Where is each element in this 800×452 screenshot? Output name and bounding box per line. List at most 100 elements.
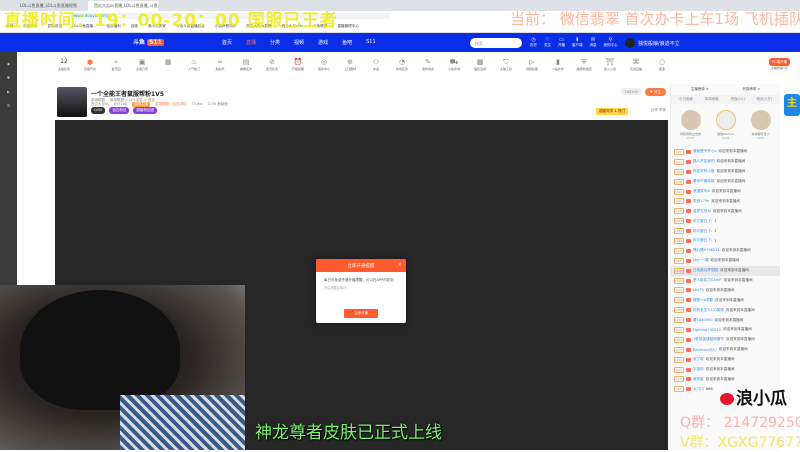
category-item[interactable]: ⛨ 超级粉丝团	[575, 58, 593, 80]
category-item[interactable]: 12 主播任务	[55, 58, 73, 80]
side-banner[interactable]: 主	[780, 84, 800, 144]
chat-text: 欢迎来到本直播间	[710, 258, 740, 263]
weibo-icon	[720, 393, 734, 405]
category-item[interactable]: ▷ 视频投票	[523, 58, 541, 80]
streamer-avatar[interactable]	[57, 87, 87, 117]
badge[interactable]: 钻石粉丝	[109, 107, 130, 114]
chat-username[interactable]: 来了呀	[693, 357, 704, 362]
category-item[interactable]: ▮ 斗鱼伙伴	[549, 58, 567, 80]
chat-username[interactable]: 你又被白了:	[693, 229, 712, 234]
fans-button[interactable]: 100100	[620, 88, 642, 95]
chat-username[interactable]: Redmoon537	[693, 348, 717, 352]
chat-username[interactable]: Fighting132015	[693, 328, 721, 332]
nav-icon-button[interactable]: ◷ 历史	[530, 37, 537, 48]
user-level: LV7	[674, 208, 684, 215]
search-input[interactable]: 搜索	[470, 38, 522, 48]
chat-username[interactable]: sky~~雷	[693, 258, 709, 263]
category-item[interactable]: ▩ 福利活动	[471, 58, 489, 80]
chat-username[interactable]: 我的星	[693, 377, 704, 382]
report-button[interactable]: 举报	[659, 108, 666, 112]
sidebar-icon[interactable]: ☰	[0, 104, 17, 108]
chat-tab[interactable]: 今日贡献	[679, 97, 693, 102]
nav-icon-button[interactable]: ▭ 开播	[558, 37, 565, 48]
category-item[interactable]: ○ 更多	[653, 58, 671, 80]
chat-username[interactable]: 你还好吗小鱼	[693, 169, 715, 174]
fan-badge-icon	[686, 199, 691, 204]
chat-username[interactable]: 路人不如我的	[693, 159, 715, 164]
chat-username[interactable]: 你的老友?(1)0英雄	[693, 308, 724, 313]
chat-username[interactable]: 恶人真实力SAmR	[693, 278, 722, 283]
chat-username[interactable]: 你又被白了:	[693, 238, 712, 243]
chat-username[interactable]: 我就是不开心z	[693, 149, 716, 154]
chat-username[interactable]: 看你不服你能	[693, 179, 715, 184]
follow-button[interactable]: ♥ 关注	[644, 88, 666, 96]
chat-username[interactable]: 看1440500	[693, 318, 713, 323]
close-icon[interactable]: ×	[398, 262, 402, 268]
sidebar-icon[interactable]: ♥	[0, 76, 17, 80]
nav-link[interactable]: S11	[366, 39, 376, 46]
category-item[interactable]: ⊘ 金币任务	[263, 58, 281, 80]
chat-message: LV10 来了呀 欢迎来到本直播间	[671, 355, 780, 365]
nav-icon-button[interactable]: ✉ 消息	[590, 37, 597, 48]
category-item[interactable]: ▤ 看看任务	[237, 58, 255, 80]
chat-username[interactable]: 大门口	[693, 387, 704, 392]
chat-username[interactable]: 宇宙的	[693, 367, 704, 372]
nav-icon-button[interactable]: ♡ 关注	[544, 37, 551, 48]
chat-username[interactable]: 1秒怒英雄破碎魔华	[693, 337, 724, 342]
site-logo[interactable]: 斗鱼 S11	[133, 37, 164, 46]
category-item[interactable]: ▦	[159, 58, 177, 80]
chat-username[interactable]: 张西179n	[693, 199, 709, 204]
top-fan[interactable]: 风吹风吹过去的 LV35	[677, 110, 705, 140]
rank-badge[interactable]: 超级对决 1 热门	[596, 108, 628, 115]
nav-link[interactable]: 视频	[294, 39, 304, 46]
share-button[interactable]: 分享	[651, 108, 658, 112]
category-item[interactable]: ⏰ 开播提醒	[289, 58, 307, 80]
bookmark-item[interactable]: 直播管理中心	[337, 24, 359, 29]
chat-username[interactable]: 嘿心情9706211	[693, 248, 720, 253]
chat-tab[interactable]: 贵族(10)	[731, 97, 745, 102]
category-item[interactable]: ∞ 拍拍乐	[211, 58, 229, 80]
category-item[interactable]: ⛉ 主播工具	[497, 58, 515, 80]
sidebar-icon[interactable]: ▶	[0, 90, 17, 94]
nav-link[interactable]: 分类	[270, 39, 280, 46]
pc-stream-button[interactable]: PC端开播 主播的第1天	[768, 58, 790, 80]
nav-link[interactable]: 首页	[222, 39, 232, 46]
badge[interactable]: 超级粉丝团	[133, 107, 157, 114]
category-item[interactable]: ⊕ 上门器材	[341, 58, 359, 80]
chat-username[interactable]: 浪漫菜鸟A	[693, 189, 710, 194]
category-item[interactable]: ⛩ 加入公会	[601, 58, 619, 80]
chat-username[interactable]: 哪座～o溯影	[693, 298, 713, 303]
chat-text: 1	[714, 219, 717, 224]
nav-link[interactable]: 游戏	[318, 39, 328, 46]
category-item[interactable]: ⌁ 鱼乐园	[107, 58, 125, 80]
chat-username[interactable]: 你又被白了:	[693, 219, 712, 224]
sidebar-icon[interactable]: ◉	[0, 62, 17, 66]
nav-link[interactable]: 鱼吧	[342, 39, 352, 46]
chat-username[interactable]: 温梦无双AI	[693, 209, 711, 214]
user-menu[interactable]: 独悦般娘/浪迹不立	[625, 38, 680, 48]
chat-username[interactable]: sku73	[693, 288, 704, 292]
category-item[interactable]: ⚇ 友谊	[367, 58, 385, 80]
tag2[interactable]: 英雄联盟 - 钻石排位	[155, 102, 187, 107]
top-fan[interactable]: 独悦Damon LV36	[712, 110, 740, 140]
nav-icon-button[interactable]: ⬇ 客户端	[572, 37, 583, 48]
category-label: 热榜任务	[395, 67, 408, 71]
category-item[interactable]: ♨ 人气热门	[185, 58, 203, 80]
nav-icon-button[interactable]: ⚲ 我的中心	[604, 37, 618, 48]
chat-tab[interactable]: 粉丝(2万)	[757, 97, 772, 102]
streamer-rank-link[interactable]: 主播榜单 >	[691, 87, 709, 92]
chat-username[interactable]: 白色新月梦丽园	[693, 268, 718, 273]
category-item[interactable]: ✎ 发布动态	[419, 58, 437, 80]
category-item[interactable]: ⌘ 互动直播	[627, 58, 645, 80]
top-fan[interactable]: 棒棒糖可爱小 LV35	[747, 110, 775, 140]
category-item[interactable]: ⛟ 小鱼商城	[445, 58, 463, 80]
category-item[interactable]: ▣ 主播日历	[133, 58, 151, 80]
category-item[interactable]: ◔ 热榜任务	[393, 58, 411, 80]
nav-link[interactable]: 直播	[246, 39, 256, 46]
category-icon: ◔	[398, 58, 406, 66]
noble-rank-link[interactable]: 贵族榜单 >	[742, 87, 760, 92]
category-item[interactable]: ◎ 我的中心	[315, 58, 333, 80]
category-item[interactable]: ● 直播开关	[81, 58, 99, 80]
open-notify-button[interactable]: 立即开通	[344, 309, 378, 318]
chat-tab[interactable]: 本周贡献	[705, 97, 719, 102]
